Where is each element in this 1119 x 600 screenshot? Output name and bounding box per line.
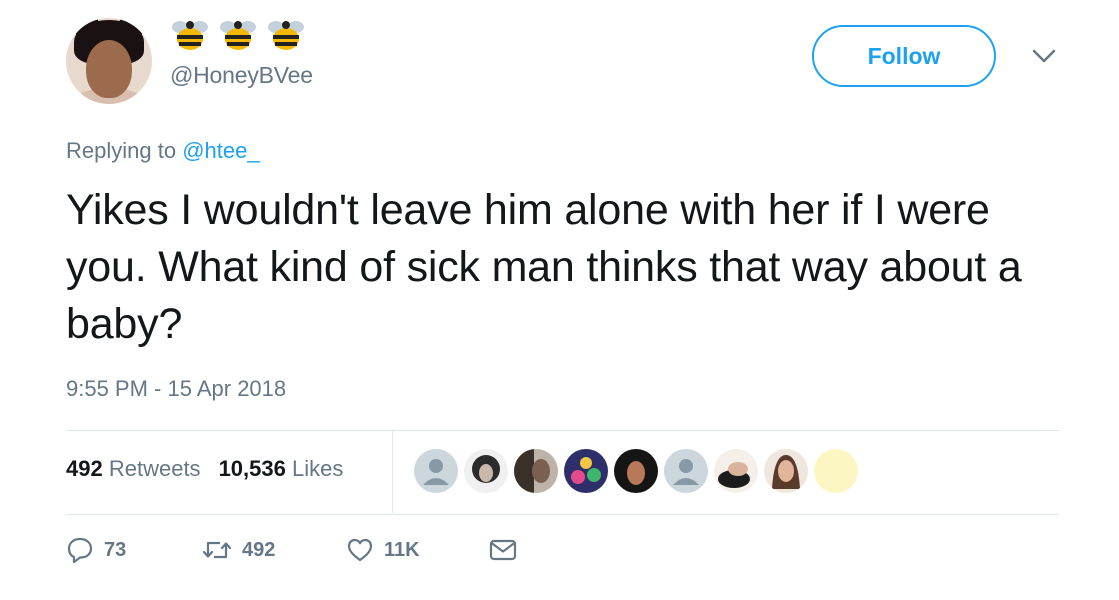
follow-button[interactable]: Follow xyxy=(812,25,996,87)
retweets-label: Retweets xyxy=(108,456,201,481)
user-handle[interactable]: @HoneyBVee xyxy=(170,62,313,89)
reply-count: 73 xyxy=(104,538,127,561)
replying-to: Replying to @htee_ xyxy=(66,138,260,164)
like-action[interactable]: 11K xyxy=(346,536,488,564)
likes-stat[interactable]: 10,536 Likes xyxy=(219,456,344,482)
liker-avatar[interactable] xyxy=(764,449,808,493)
reply-icon xyxy=(67,537,93,564)
retweet-action[interactable]: 492 xyxy=(202,536,346,564)
liker-avatar[interactable] xyxy=(714,449,758,493)
retweet-icon xyxy=(202,541,232,559)
reply-action[interactable]: 73 xyxy=(66,536,202,564)
divider-bottom xyxy=(66,514,1059,515)
liker-avatar[interactable] xyxy=(514,449,558,493)
retweets-stat[interactable]: 492 Retweets xyxy=(66,456,201,482)
liker-avatar[interactable] xyxy=(414,449,458,493)
tweet-actions: 73 492 11K xyxy=(66,536,518,564)
replying-to-label: Replying to xyxy=(66,138,177,163)
likes-label: Likes xyxy=(291,456,344,481)
chevron-down-icon[interactable] xyxy=(1030,46,1058,66)
stats-separator xyxy=(392,431,393,513)
likers-row xyxy=(414,449,858,493)
like-count: 11K xyxy=(384,538,420,561)
liker-photo xyxy=(514,449,550,493)
liker-photo xyxy=(571,457,601,484)
default-avatar-icon xyxy=(673,459,699,485)
bee-icon xyxy=(172,21,208,50)
tweet-text: Yikes I wouldn't leave him alone with he… xyxy=(66,186,1022,348)
tweet-timestamp[interactable]: 9:55 PM - 15 Apr 2018 xyxy=(66,376,286,402)
display-name[interactable] xyxy=(170,14,306,56)
default-avatar-icon xyxy=(423,459,449,485)
likes-count: 10,536 xyxy=(218,456,286,481)
heart-icon xyxy=(347,538,373,562)
liker-avatar[interactable] xyxy=(664,449,708,493)
retweets-count: 492 xyxy=(66,456,103,481)
tweet-stats: 492 Retweets 10,536 Likes xyxy=(66,456,343,482)
bee-icon xyxy=(268,21,304,50)
tweet-card: @HoneyBVee Follow Replying to @htee_ Yik… xyxy=(0,0,1119,600)
bee-icon xyxy=(220,21,256,50)
direct-message-action[interactable] xyxy=(488,536,518,564)
liker-photo xyxy=(718,462,750,488)
liker-photo xyxy=(772,455,800,489)
liker-photo xyxy=(472,455,500,483)
reply-mention-link[interactable]: @htee_ xyxy=(182,138,259,163)
retweet-count: 492 xyxy=(242,538,276,561)
envelope-icon xyxy=(489,539,517,561)
avatar[interactable] xyxy=(66,18,152,104)
liker-photo xyxy=(627,461,645,485)
liker-avatar[interactable] xyxy=(464,449,508,493)
liker-avatar[interactable] xyxy=(614,449,658,493)
avatar-face xyxy=(86,40,132,98)
liker-avatar[interactable] xyxy=(564,449,608,493)
divider-top xyxy=(66,430,1059,431)
liker-avatar[interactable] xyxy=(814,449,858,493)
